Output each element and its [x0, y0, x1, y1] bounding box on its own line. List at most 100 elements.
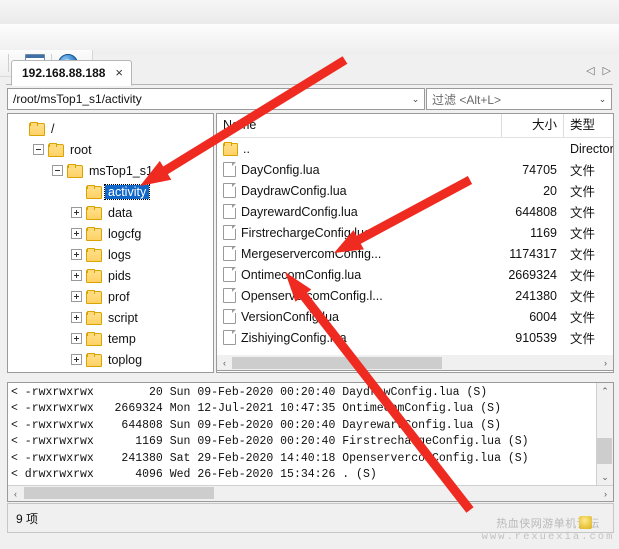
tree-item-root[interactable]: root	[8, 139, 213, 160]
hscroll-thumb[interactable]	[232, 356, 442, 369]
tree-item-label: logcfg	[108, 226, 142, 241]
file-size-cell: 241380	[515, 288, 557, 303]
scroll-down-icon[interactable]: ⌄	[597, 469, 613, 485]
folder-icon	[86, 185, 102, 199]
file-name-label: DayrewardConfig.lua	[241, 204, 358, 219]
file-icon	[223, 330, 236, 345]
tree-item-label: /	[51, 121, 55, 136]
file-list[interactable]: Name 大小 类型 .. Directory DayConfig.lua 74705…	[216, 113, 614, 373]
tree-item-logs[interactable]: logs	[8, 244, 213, 265]
tree-item-activity[interactable]: activity	[8, 181, 213, 202]
directory-tree[interactable]: / root msTop1_s1 activity data logcfg logs pids…	[7, 113, 214, 373]
log-hscrollbar[interactable]: ‹ ›	[8, 485, 613, 501]
tree-item-pids[interactable]: pids	[8, 265, 213, 286]
tree-item-data[interactable]: data	[8, 202, 213, 223]
scroll-left-icon[interactable]: ‹	[217, 356, 232, 370]
remote-path-value: /root/msTop1_s1/activity	[13, 92, 142, 106]
file-size-cell: 6004	[529, 309, 557, 324]
expand-icon[interactable]	[71, 312, 82, 323]
tree-item-script[interactable]: script	[8, 307, 213, 328]
status-bar: 9 项	[7, 503, 614, 533]
file-name-label: OntimecomConfig.lua	[241, 267, 362, 282]
tree-item-label: logs	[108, 247, 131, 262]
table-row[interactable]: OntimecomConfig.lua 2669324 文件	[217, 264, 613, 285]
file-name-cell: OntimecomConfig.lua	[217, 267, 502, 282]
tree-item-toplog[interactable]: toplog	[8, 349, 213, 370]
file-list-hscrollbar[interactable]: ‹ ›	[216, 355, 614, 371]
tree-item-[interactable]: /	[8, 118, 213, 139]
table-row[interactable]: VersionConfig.lua 6004 文件	[217, 306, 613, 327]
message-log-panel: < -rwxrwxrwx 20 Sun 09-Feb-2020 00:20:40…	[7, 382, 614, 502]
file-icon	[223, 309, 236, 324]
log-vscroll-thumb[interactable]	[597, 438, 612, 464]
tree-item-label: root	[70, 142, 92, 157]
collapse-icon[interactable]	[33, 144, 44, 155]
tree-item-prof[interactable]: prof	[8, 286, 213, 307]
log-scroll-left-icon[interactable]: ‹	[8, 487, 23, 501]
hscroll-track[interactable]	[232, 356, 598, 370]
file-size-cell: 20	[543, 183, 557, 198]
scroll-up-icon[interactable]: ⌃	[597, 383, 613, 399]
remote-path-combo[interactable]: /root/msTop1_s1/activity ⌄	[7, 88, 425, 110]
expand-icon[interactable]	[71, 354, 82, 365]
column-header-size[interactable]: 大小	[502, 114, 564, 137]
folder-icon	[86, 206, 102, 220]
log-scroll-right-icon[interactable]: ›	[598, 487, 613, 501]
file-name-cell: DayrewardConfig.lua	[217, 204, 502, 219]
file-icon	[223, 288, 236, 303]
chevron-down-icon[interactable]: ⌄	[407, 94, 424, 105]
folder-icon	[86, 269, 102, 283]
file-type-cell: 文件	[570, 269, 596, 283]
file-icon	[223, 225, 236, 240]
file-size-cell: 2669324	[508, 267, 557, 282]
chevron-right-icon[interactable]: ▷	[603, 64, 611, 77]
expand-icon[interactable]	[71, 228, 82, 239]
expand-icon[interactable]	[71, 207, 82, 218]
log-hscroll-thumb[interactable]	[24, 487, 214, 499]
tree-item-label: data	[108, 205, 133, 220]
table-row[interactable]: DayrewardConfig.lua 644808 文件	[217, 201, 613, 222]
table-row[interactable]: MergeservercomConfig... 1174317 文件	[217, 243, 613, 264]
expand-icon[interactable]	[71, 333, 82, 344]
file-size-cell: 74705	[522, 162, 557, 177]
tree-item-msTop1_s1[interactable]: msTop1_s1	[8, 160, 213, 181]
folder-icon	[67, 164, 83, 178]
close-icon[interactable]: ×	[115, 66, 123, 79]
scroll-right-icon[interactable]: ›	[598, 356, 613, 370]
file-size-cell: 1174317	[509, 246, 557, 261]
file-size-cell: 910539	[515, 330, 557, 345]
tab-bar: 192.168.88.188 × ◁ ▷	[6, 60, 613, 86]
column-header-name[interactable]: Name	[217, 114, 502, 137]
item-count-label: 9 项	[16, 512, 39, 526]
collapse-icon[interactable]	[52, 165, 63, 176]
tab-server-connection[interactable]: 192.168.88.188 ×	[11, 60, 133, 86]
table-row[interactable]: FirstrechargeConfig.lua 1169 文件	[217, 222, 613, 243]
table-row[interactable]: ZishiyingConfig.lua 910539 文件	[217, 327, 613, 348]
file-name-label: ZishiyingConfig.lua	[241, 330, 347, 345]
tree-item-label: activity	[103, 183, 151, 200]
column-header-type[interactable]: 类型	[564, 114, 611, 137]
file-name-label: ..	[243, 141, 250, 156]
expand-icon[interactable]	[71, 270, 82, 281]
folder-icon	[86, 248, 102, 262]
filter-combo[interactable]: 过滤 <Alt+L> ⌄	[426, 88, 612, 110]
filezilla-window: ? ▾ 192.168.88.188 × ◁ ▷ /root/msTop1_s1…	[0, 0, 619, 549]
file-icon	[223, 183, 236, 198]
tree-item-label: pids	[108, 268, 131, 283]
file-type-cell: Directory	[570, 141, 614, 156]
table-row[interactable]: DayConfig.lua 74705 文件	[217, 159, 613, 180]
chevron-down-icon-filter[interactable]: ⌄	[594, 94, 611, 105]
table-row[interactable]: DaydrawConfig.lua 20 文件	[217, 180, 613, 201]
tree-item-temp[interactable]: temp	[8, 328, 213, 349]
expand-icon[interactable]	[71, 249, 82, 260]
file-name-cell: OpenservercomConfig.l...	[217, 288, 502, 303]
log-vscrollbar[interactable]: ⌃ ⌄	[596, 383, 613, 485]
tab-nav: ◁ ▷	[586, 64, 611, 77]
folder-icon	[48, 143, 64, 157]
table-row[interactable]: .. Directory	[217, 138, 613, 159]
file-type-cell: 文件	[570, 332, 596, 346]
expand-icon[interactable]	[71, 291, 82, 302]
table-row[interactable]: OpenservercomConfig.l... 241380 文件	[217, 285, 613, 306]
chevron-left-icon[interactable]: ◁	[586, 64, 594, 77]
tree-item-logcfg[interactable]: logcfg	[8, 223, 213, 244]
